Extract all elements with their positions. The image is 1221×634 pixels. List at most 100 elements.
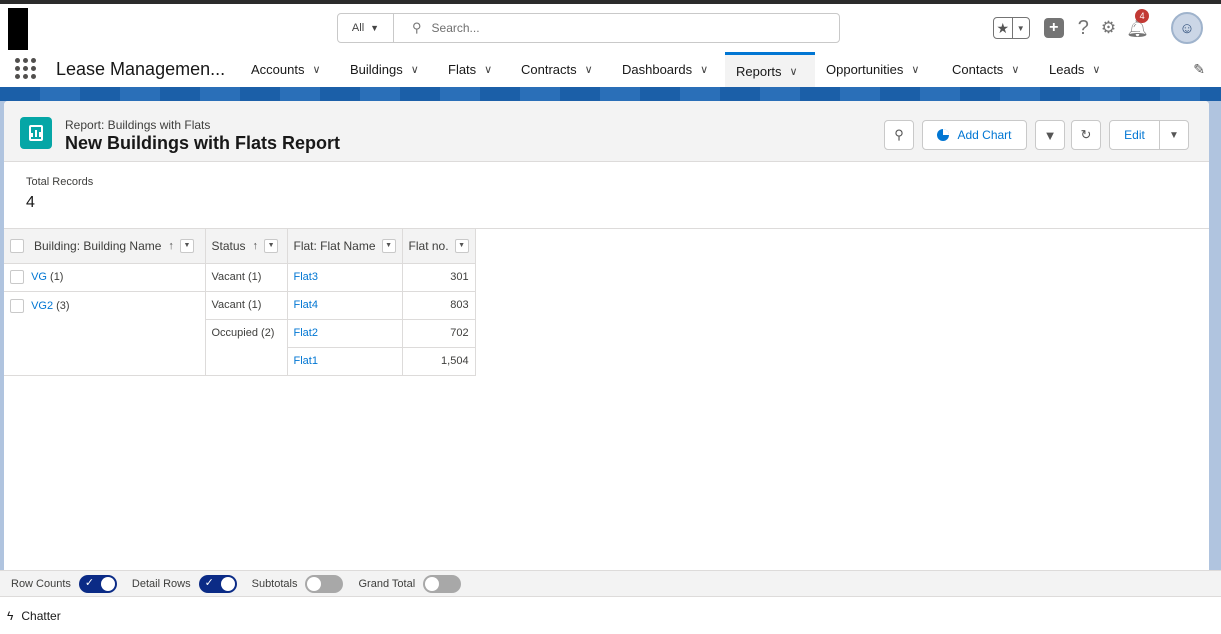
group-count: (3) bbox=[56, 299, 70, 312]
chevron-down-icon[interactable]: ∨ bbox=[1092, 63, 1100, 76]
flat-number-cell: 1,504 bbox=[402, 347, 476, 376]
column-header-flat-name[interactable]: Flat: Flat Name ▼ bbox=[286, 229, 403, 264]
chevron-down-icon[interactable]: ∨ bbox=[790, 65, 798, 78]
nav-item-flats[interactable]: Flats ∨ bbox=[448, 52, 492, 87]
nav-item-label: Contacts bbox=[952, 62, 1004, 77]
check-icon: ✓ bbox=[84, 576, 95, 589]
column-header-flat-no[interactable]: Flat no. ▼ bbox=[402, 229, 476, 264]
global-actions-button[interactable]: + bbox=[1043, 18, 1064, 38]
edit-menu-button[interactable]: ▼ bbox=[1160, 121, 1188, 149]
refresh-button[interactable]: ↻ bbox=[1071, 120, 1101, 150]
notifications-button[interactable]: 🔔︎ 4 bbox=[1126, 8, 1150, 39]
check-icon: ✓ bbox=[204, 576, 214, 589]
plus-icon: + bbox=[1049, 19, 1059, 36]
lightning-bolt-icon: ϟ bbox=[7, 608, 14, 623]
nav-item-label: Contracts bbox=[521, 62, 577, 77]
row-checkbox[interactable] bbox=[10, 298, 24, 313]
column-header-status[interactable]: Status ↑ ▼ bbox=[205, 229, 288, 264]
toggle-subtotals: Subtotals bbox=[252, 574, 344, 593]
chevron-down-icon[interactable]: ∨ bbox=[1011, 63, 1019, 76]
chevron-down-icon[interactable]: ▼ bbox=[1013, 18, 1029, 38]
subtotals-switch[interactable] bbox=[305, 574, 344, 593]
column-menu-icon[interactable]: ▼ bbox=[454, 238, 469, 253]
nav-item-reports[interactable]: Reports ∨ bbox=[725, 52, 815, 87]
chevron-down-icon[interactable]: ∨ bbox=[700, 63, 708, 76]
favorites-button-group[interactable]: ★ ▼ bbox=[992, 17, 1030, 39]
nav-item-label: Dashboards bbox=[622, 62, 693, 77]
avatar[interactable]: ☺ bbox=[1171, 12, 1203, 44]
search-scope-dropdown[interactable]: All ▼ bbox=[338, 14, 394, 42]
nav-item-label: Accounts bbox=[251, 62, 305, 77]
nav-item-label: Opportunities bbox=[826, 62, 904, 77]
nav-item-contacts[interactable]: Contacts ∨ bbox=[952, 52, 1019, 87]
chevron-down-icon[interactable]: ∨ bbox=[585, 63, 593, 76]
group-cell-status: Occupied (2) bbox=[205, 319, 288, 376]
detail-rows-switch[interactable]: ✓ bbox=[198, 574, 237, 593]
app-nav-bar: Lease Managemen... Accounts ∨ Buildings ∨ … bbox=[0, 52, 1221, 87]
group-cell-building: VG (1) bbox=[4, 263, 206, 292]
flat-number-cell: 702 bbox=[402, 319, 476, 348]
global-search[interactable]: All ▼ ⚲ bbox=[337, 13, 840, 43]
gear-icon[interactable]: ⚙ bbox=[1101, 18, 1116, 38]
page-title: New Buildings with Flats Report bbox=[65, 133, 341, 153]
row-counts-switch[interactable]: ✓ bbox=[78, 574, 117, 593]
filter-button[interactable]: ▼ bbox=[1035, 120, 1065, 150]
chevron-down-icon[interactable]: ∨ bbox=[484, 63, 492, 76]
edit-nav-pencil-icon[interactable]: ✎ bbox=[1193, 61, 1205, 78]
chevron-down-icon[interactable]: ∨ bbox=[411, 63, 419, 76]
flat-name-cell[interactable]: Flat3 bbox=[286, 263, 403, 292]
header-actions: ★ ▼ + ? ⚙ 🔔︎ 4 ☺ bbox=[992, 8, 1221, 48]
search-input[interactable] bbox=[431, 21, 792, 35]
flat-name-cell[interactable]: Flat4 bbox=[286, 291, 403, 320]
search-icon: ⚲ bbox=[412, 20, 422, 35]
flat-name-cell[interactable]: Flat1 bbox=[286, 347, 403, 376]
nav-item-leads[interactable]: Leads ∨ bbox=[1049, 52, 1100, 87]
search-report-button[interactable]: ⚲ bbox=[884, 120, 914, 150]
group-building-name[interactable]: VG2 bbox=[31, 299, 53, 311]
decorative-band bbox=[0, 87, 1221, 101]
nav-item-contracts[interactable]: Contracts ∨ bbox=[521, 52, 593, 87]
sort-ascending-icon[interactable]: ↑ bbox=[168, 240, 174, 252]
nav-item-label: Flats bbox=[448, 62, 477, 77]
page-background: Report: Buildings with Flats New Buildin… bbox=[0, 87, 1221, 596]
total-records-label: Total Records bbox=[26, 176, 94, 188]
chevron-down-icon[interactable]: ∨ bbox=[312, 63, 320, 76]
flat-name-cell[interactable]: Flat2 bbox=[286, 319, 403, 348]
column-menu-icon[interactable]: ▼ bbox=[179, 238, 194, 253]
table-row: VG2 (3) Vacant (1) Flat4 803 bbox=[4, 291, 476, 376]
add-chart-button[interactable]: Add Chart bbox=[922, 120, 1027, 150]
search-icon: ⚲ bbox=[894, 127, 904, 142]
nav-item-accounts[interactable]: Accounts ∨ bbox=[251, 52, 321, 87]
chevron-down-icon[interactable]: ∨ bbox=[911, 63, 919, 76]
flat-number-cell: 803 bbox=[402, 291, 476, 320]
group-cell-status: Vacant (1) bbox=[205, 263, 288, 292]
chart-icon bbox=[937, 129, 950, 141]
table-header-row: Building: Building Name ↑ ▼ Status ↑ ▼ F… bbox=[4, 229, 476, 264]
toggle-row-counts: Row Counts ✓ bbox=[11, 574, 117, 593]
toggle-label: Detail Rows bbox=[131, 577, 191, 590]
edit-button[interactable]: Edit bbox=[1110, 121, 1160, 149]
row-checkbox[interactable] bbox=[10, 270, 24, 284]
app-launcher-icon[interactable] bbox=[15, 58, 36, 79]
nav-item-buildings[interactable]: Buildings ∨ bbox=[350, 52, 419, 87]
nav-item-label: Reports bbox=[736, 63, 782, 79]
column-header-label: Status bbox=[211, 238, 246, 253]
group-count: (1) bbox=[50, 270, 64, 283]
nav-item-label: Buildings bbox=[350, 62, 403, 77]
column-menu-icon[interactable]: ▼ bbox=[381, 238, 396, 253]
star-icon[interactable]: ★ bbox=[994, 18, 1013, 38]
select-all-checkbox[interactable] bbox=[10, 238, 24, 253]
help-icon[interactable]: ? bbox=[1078, 17, 1089, 40]
grand-total-switch[interactable] bbox=[423, 574, 462, 593]
column-header-building-name[interactable]: Building: Building Name ↑ ▼ bbox=[4, 229, 206, 264]
utility-bar: ϟ Chatter bbox=[0, 596, 1221, 634]
nav-item-opportunities[interactable]: Opportunities ∨ bbox=[826, 52, 919, 87]
group-cell-building: VG2 (3) bbox=[4, 291, 206, 376]
column-menu-icon[interactable]: ▼ bbox=[264, 238, 279, 253]
chatter-button[interactable]: Chatter bbox=[21, 609, 60, 623]
sort-ascending-icon[interactable]: ↑ bbox=[253, 240, 259, 252]
report-card: Report: Buildings with Flats New Buildin… bbox=[4, 101, 1209, 596]
caret-down-icon: ▼ bbox=[370, 23, 380, 33]
nav-item-dashboards[interactable]: Dashboards ∨ bbox=[622, 52, 708, 87]
group-building-name[interactable]: VG bbox=[31, 271, 47, 283]
